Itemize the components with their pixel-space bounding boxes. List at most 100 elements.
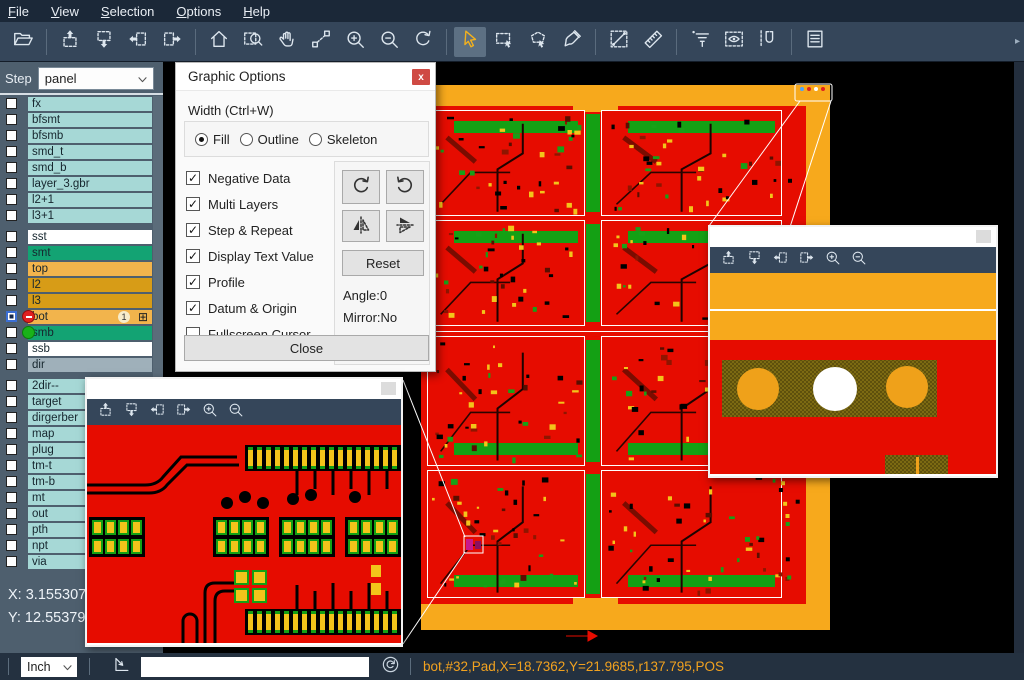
select-rect-button[interactable] [488, 27, 520, 57]
grid-icon[interactable]: ⊞ [138, 310, 148, 324]
move-right-button[interactable] [794, 249, 818, 271]
select-arrow-button[interactable] [454, 27, 486, 57]
dialog-close-button[interactable]: Close [184, 335, 429, 361]
layer-checkbox[interactable] [6, 492, 17, 503]
checkbox-datum-origin[interactable]: ✓Datum & Origin [186, 295, 314, 321]
canvas-scrollbar[interactable] [1014, 62, 1024, 653]
layer-checkbox[interactable] [6, 210, 17, 221]
layer-chip[interactable]: l3+1 [28, 209, 152, 223]
layer-checkbox[interactable] [6, 444, 17, 455]
checkbox-box[interactable]: ✓ [186, 249, 200, 263]
layer-checkbox[interactable] [6, 162, 17, 173]
select-polygon-button[interactable] [522, 27, 554, 57]
pan-hand-button[interactable] [271, 27, 303, 57]
magnifier-title-bar[interactable] [710, 227, 996, 247]
magnifier-title-bar[interactable] [87, 379, 401, 399]
step-select[interactable]: panel [38, 67, 154, 90]
move-down-button[interactable] [119, 401, 143, 423]
zoom-in-button[interactable] [820, 249, 844, 271]
pick-point-icon[interactable] [112, 655, 131, 679]
menu-view[interactable]: View [51, 4, 79, 19]
layer-checkbox[interactable] [6, 114, 17, 125]
layer-chip[interactable]: bot1⊞ [28, 310, 152, 324]
layer-checkbox[interactable] [6, 146, 17, 157]
move-right-button[interactable] [171, 401, 195, 423]
move-left-button[interactable] [145, 401, 169, 423]
layer-checkbox[interactable] [6, 428, 17, 439]
magnifier-pcb-view[interactable] [87, 425, 401, 643]
layer-checkbox[interactable] [6, 540, 17, 551]
move-down-button[interactable] [88, 27, 120, 57]
refresh-icon[interactable] [381, 655, 400, 679]
radio-fill[interactable]: Fill [195, 132, 230, 147]
pcb-board[interactable] [601, 470, 782, 598]
magnifier-window-detail[interactable] [85, 377, 403, 647]
checkbox-box[interactable]: ✓ [186, 197, 200, 211]
close-icon[interactable]: x [412, 69, 430, 85]
checkbox-step-repeat[interactable]: ✓Step & Repeat [186, 217, 314, 243]
ruler-button[interactable] [637, 27, 669, 57]
move-down-button[interactable] [742, 249, 766, 271]
pcb-board[interactable] [427, 336, 585, 466]
zoom-out-button[interactable] [223, 401, 247, 423]
layer-checkbox[interactable] [6, 295, 17, 306]
layer-checkbox[interactable] [6, 311, 17, 322]
layer-checkbox[interactable] [6, 556, 17, 567]
toolbar-overflow-chevron[interactable]: ▸ [1015, 36, 1020, 47]
radio-circle[interactable] [195, 133, 208, 146]
mirror-horizontal-button[interactable] [342, 210, 380, 242]
checkbox-box[interactable]: ✓ [186, 275, 200, 289]
checkbox-box[interactable]: ✓ [186, 223, 200, 237]
checkbox-negative-data[interactable]: ✓Negative Data [186, 165, 314, 191]
layer-checkbox[interactable] [6, 359, 17, 370]
radio-circle[interactable] [240, 133, 253, 146]
preview-eye-button[interactable] [718, 27, 750, 57]
layer-checkbox[interactable] [6, 98, 17, 109]
checkbox-profile[interactable]: ✓Profile [186, 269, 314, 295]
layer-chip[interactable]: bfsmb [28, 129, 152, 143]
layer-checkbox[interactable] [6, 178, 17, 189]
layer-checkbox[interactable] [6, 396, 17, 407]
brush-button[interactable] [556, 27, 588, 57]
layer-chip[interactable]: fx [28, 97, 152, 111]
measure-points-button[interactable] [305, 27, 337, 57]
move-up-button[interactable] [716, 249, 740, 271]
layer-checkbox[interactable] [6, 412, 17, 423]
layer-checkbox[interactable] [6, 380, 17, 391]
layer-checkbox[interactable] [6, 476, 17, 487]
move-left-button[interactable] [768, 249, 792, 271]
layer-checkbox[interactable] [6, 508, 17, 519]
rotate-ccw-button[interactable] [386, 170, 424, 204]
zoom-previous-button[interactable] [407, 27, 439, 57]
layer-checkbox[interactable] [6, 247, 17, 258]
zoom-out-button[interactable] [846, 249, 870, 271]
rotate-cw-button[interactable] [342, 170, 380, 204]
layer-checkbox[interactable] [6, 460, 17, 471]
layer-checkbox[interactable] [6, 327, 17, 338]
window-button[interactable] [381, 382, 396, 395]
zoom-window-button[interactable] [237, 27, 269, 57]
radio-circle[interactable] [309, 133, 322, 146]
home-button[interactable] [203, 27, 235, 57]
layer-chip[interactable]: smd_t [28, 145, 152, 159]
zoom-in-button[interactable] [339, 27, 371, 57]
window-button[interactable] [976, 230, 991, 243]
checkbox-display-text-value[interactable]: ✓Display Text Value [186, 243, 314, 269]
menu-selection[interactable]: Selection [101, 4, 154, 19]
checkbox-box[interactable]: ✓ [186, 171, 200, 185]
layer-chip[interactable]: l2 [28, 278, 152, 292]
layer-chip[interactable]: smt [28, 246, 152, 260]
snap-magnet-button[interactable] [752, 27, 784, 57]
move-up-button[interactable] [54, 27, 86, 57]
menu-file[interactable]: File [8, 4, 29, 19]
open-folder-button[interactable] [7, 27, 39, 57]
move-up-button[interactable] [93, 401, 117, 423]
pcb-board[interactable] [427, 110, 585, 216]
pcb-board[interactable] [427, 220, 585, 326]
move-left-button[interactable] [122, 27, 154, 57]
magnifier-pcb-view[interactable] [710, 273, 996, 474]
layer-chip[interactable]: ssb [28, 342, 152, 356]
mirror-vertical-button[interactable] [386, 210, 424, 242]
reset-button[interactable]: Reset [342, 250, 424, 276]
dialog-title-bar[interactable]: Graphic Options x [176, 63, 435, 91]
